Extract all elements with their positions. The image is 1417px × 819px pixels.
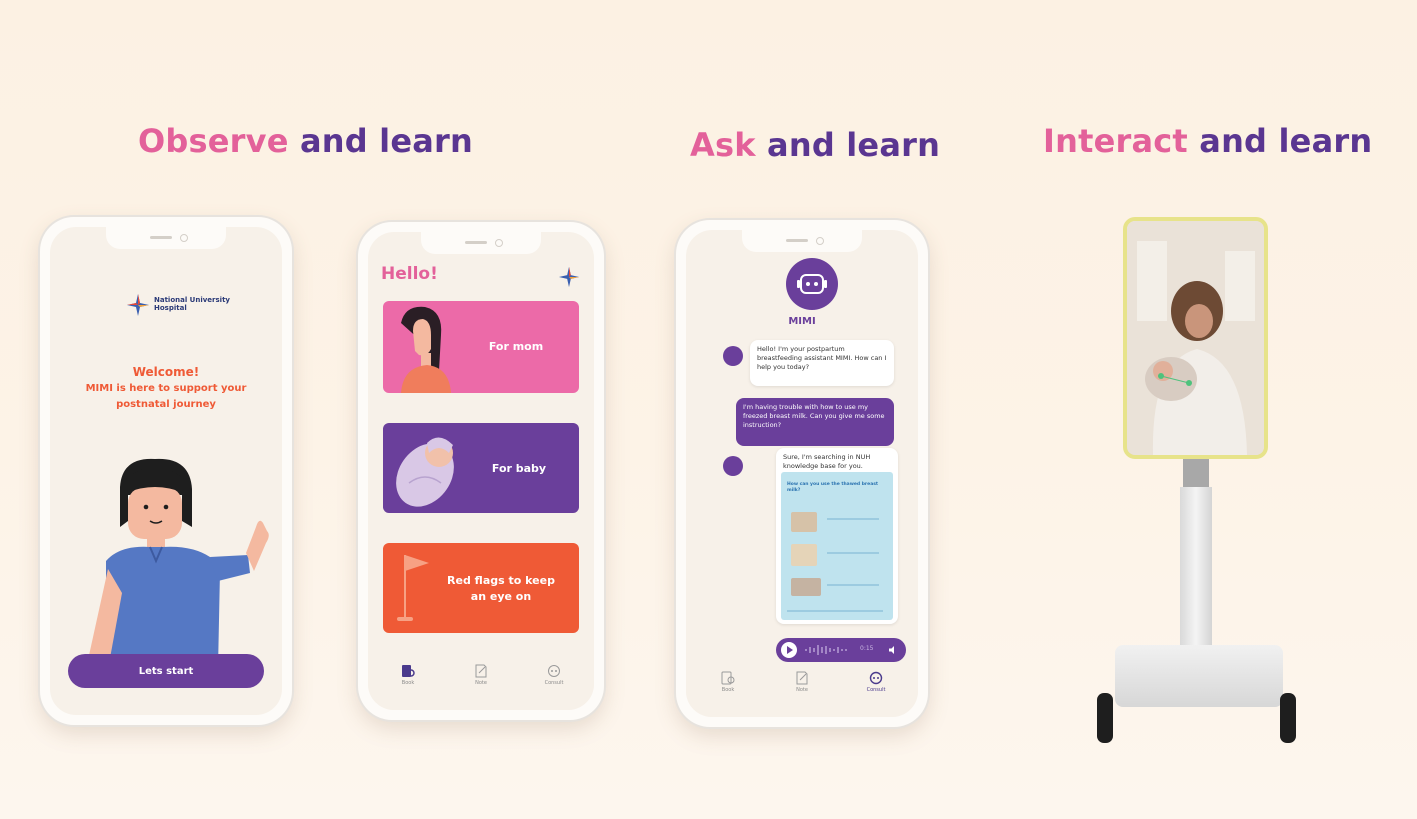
tab-consult[interactable]: Consult [856, 671, 896, 693]
headline-ask: Ask and learn [690, 126, 940, 164]
knowledge-card-title: How can you use the thawed breast milk? [787, 482, 879, 493]
hospital-logo-icon [127, 294, 149, 316]
waveform-icon [805, 645, 847, 655]
text-line [827, 552, 879, 554]
note-icon [475, 664, 487, 678]
text-line [827, 584, 879, 586]
headline-ask-accent: Ask [690, 126, 756, 164]
phone-home: Hello! For mom For baby Red flags to kee… [358, 222, 604, 720]
robot-wheel-left [1097, 693, 1113, 743]
book-icon [402, 665, 415, 677]
phone-welcome: National University Hospital Welcome! MI… [40, 217, 292, 725]
robot-icon [797, 274, 827, 294]
headline-ask-rest: and learn [755, 126, 941, 164]
phone-chat: MIMI Hello! I'm your postpartum breastfe… [676, 220, 928, 727]
tab-note[interactable]: Note [461, 664, 501, 686]
knowledge-card: How can you use the thawed breast milk? [781, 472, 893, 620]
book-icon [721, 671, 735, 685]
headline-observe-rest: and learn [288, 122, 473, 160]
phone-chat-screen: MIMI Hello! I'm your postpartum breastfe… [686, 230, 918, 717]
knowledge-image-2 [791, 544, 817, 566]
bot-message-2: Sure, I'm searching in NUH knowledge bas… [776, 448, 898, 624]
welcome-title: Welcome! [132, 365, 200, 379]
tab-bar: Book Note Consult [686, 663, 918, 717]
consult-icon [548, 665, 560, 677]
headline-observe-accent: Observe [138, 122, 289, 160]
tab-book-label: Book [721, 687, 735, 693]
knowledge-image-1 [791, 512, 817, 532]
hospital-logo-icon [558, 266, 580, 288]
tab-consult-label: Consult [866, 687, 886, 693]
mom-illustration [401, 306, 451, 393]
tab-bar: Book Note Consult [368, 656, 594, 710]
telepresence-robot [1095, 215, 1300, 750]
card-for-mom-label: For mom [488, 340, 544, 353]
tab-book[interactable]: Book [388, 664, 428, 686]
baby-illustration [396, 437, 454, 507]
bot-avatar-icon [723, 456, 743, 476]
play-icon[interactable] [781, 642, 797, 658]
consult-icon [869, 671, 883, 685]
card-red-flags-label-line2: an eye on [470, 590, 532, 603]
tab-book-label: Book [401, 680, 415, 686]
robot-base [1115, 645, 1283, 707]
tab-consult-label: Consult [544, 680, 564, 686]
tab-book[interactable]: Book [708, 671, 748, 693]
card-for-mom[interactable]: For mom [383, 301, 579, 393]
hospital-name: National University Hospital [154, 296, 230, 312]
phone-notch [421, 232, 541, 254]
robot-pole [1180, 487, 1212, 649]
headline-interact-rest: and learn [1187, 122, 1373, 160]
welcome-line-1: MIMI is here to support your [85, 383, 247, 394]
phone-notch [742, 230, 862, 252]
phone-notch [106, 227, 226, 249]
phone-welcome-screen: National University Hospital Welcome! MI… [50, 227, 282, 715]
user-message-1: I'm having trouble with how to use my fr… [736, 398, 894, 446]
text-line [787, 610, 883, 612]
card-for-baby[interactable]: For baby [383, 423, 579, 513]
volume-icon[interactable] [888, 645, 898, 655]
welcome-line-2: postnatal journey [116, 399, 216, 410]
phone-home-screen: Hello! For mom For baby Red flags to kee… [368, 232, 594, 710]
tab-consult[interactable]: Consult [534, 664, 574, 686]
lets-start-button[interactable]: Lets start [68, 654, 264, 688]
headline-interact-accent: Interact [1043, 122, 1188, 160]
hospital-logo: National University Hospital [126, 293, 236, 317]
audio-time: 0:15 [860, 645, 874, 652]
tab-note[interactable]: Note [782, 671, 822, 693]
bot-message-2-text: Sure, I'm searching in NUH knowledge bas… [783, 453, 871, 470]
card-red-flags[interactable]: Red flags to keep an eye on [383, 543, 579, 633]
mimi-avatar [786, 258, 838, 310]
headline-interact: Interact and learn [1043, 122, 1372, 160]
robot-wheel-right [1280, 693, 1296, 743]
knowledge-image-3 [791, 578, 821, 596]
robot-screen [1123, 217, 1268, 459]
card-red-flags-label-line1: Red flags to keep [447, 574, 555, 587]
headline-observe: Observe and learn [138, 122, 473, 160]
robot-neck [1183, 459, 1209, 489]
tab-note-label: Note [796, 687, 808, 693]
hello-title: Hello! [381, 264, 438, 284]
text-line [827, 518, 879, 520]
audio-player[interactable]: 0:15 [776, 638, 906, 662]
card-for-baby-label: For baby [491, 462, 547, 475]
note-icon [796, 671, 808, 685]
tab-note-label: Note [475, 680, 487, 686]
mother-baby-photo [1127, 221, 1264, 455]
bot-message-1: Hello! I'm your postpartum breastfeeding… [750, 340, 894, 386]
mimi-name: MIMI [788, 316, 816, 327]
bot-avatar-icon [723, 346, 743, 366]
